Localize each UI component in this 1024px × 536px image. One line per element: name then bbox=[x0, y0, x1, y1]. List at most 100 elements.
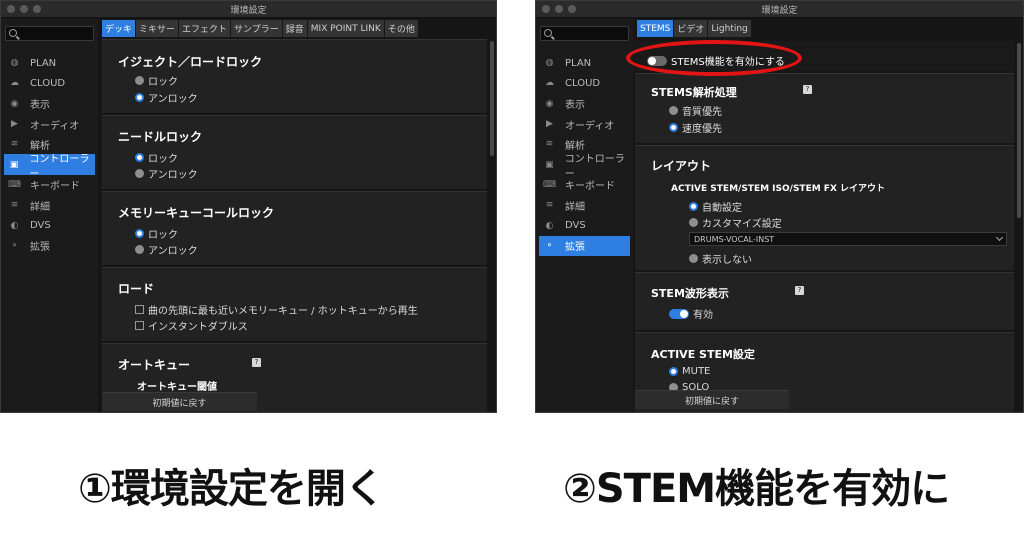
memory-cue-lock-section: メモリーキューコールロック ロック アンロック bbox=[102, 191, 487, 265]
load-section: ロード 曲の先頭に最も近いメモリーキュー / ホットキューから再生 インスタント… bbox=[102, 267, 487, 341]
tab-video[interactable]: ビデオ bbox=[674, 20, 708, 37]
section-title: ニードルロック bbox=[118, 130, 203, 144]
sidebar-item-advanced[interactable]: ≡ 詳細 bbox=[536, 195, 633, 215]
settings-tabs: デッキ ミキサー エフェクト サンプラー 録音 MIX POINT LINK そ… bbox=[102, 20, 418, 37]
section-title: ACTIVE STEM設定 bbox=[651, 348, 755, 361]
layout-dropdown[interactable]: DRUMS-VOCAL-INST bbox=[689, 232, 1007, 246]
settings-tabs: STEMS ビデオ Lighting bbox=[637, 20, 751, 37]
section-title: レイアウト bbox=[651, 159, 712, 173]
tab-mix-point-link[interactable]: MIX POINT LINK bbox=[307, 20, 384, 37]
window-title: 環境設定 bbox=[761, 6, 798, 16]
eject-lock-option[interactable]: ロック bbox=[135, 73, 178, 88]
scrollbar[interactable] bbox=[1017, 43, 1021, 218]
list-icon: ≡ bbox=[10, 200, 19, 211]
stem-waveform-section: STEM波形表示 ? 有効 bbox=[635, 272, 1014, 330]
tab-mixer[interactable]: ミキサー bbox=[136, 20, 179, 37]
sidebar-item-plan[interactable]: ◍ PLAN bbox=[536, 53, 633, 73]
title-bar: 環境設定 bbox=[536, 1, 1023, 18]
custom-layout-option[interactable]: カスタマイズ設定 bbox=[689, 215, 782, 230]
section-title: ロード bbox=[118, 282, 155, 296]
cloud-icon: ☁ bbox=[545, 78, 554, 89]
sidebar-item-extension[interactable]: ⚬ 拡張 bbox=[539, 235, 630, 256]
load-play-from-cue-checkbox[interactable]: 曲の先頭に最も近いメモリーキュー / ホットキューから再生 bbox=[135, 302, 418, 317]
toggle-switch bbox=[669, 308, 689, 319]
needle-lock-section: ニードルロック ロック アンロック bbox=[102, 115, 487, 189]
search-input[interactable] bbox=[540, 26, 629, 41]
tab-sampler[interactable]: サンプラー bbox=[231, 20, 282, 37]
title-bar: 環境設定 bbox=[1, 1, 496, 18]
eject-unlock-option[interactable]: アンロック bbox=[135, 90, 198, 105]
sidebar-item-cloud[interactable]: ☁ CLOUD bbox=[536, 73, 633, 93]
stems-enable-row: STEMS機能を有効にする bbox=[635, 41, 1014, 71]
toggle-switch bbox=[647, 55, 667, 66]
sidebar-item-plan[interactable]: ◍ PLAN bbox=[1, 53, 98, 73]
controller-icon: ▣ bbox=[545, 159, 554, 170]
mute-option[interactable]: MUTE bbox=[669, 366, 710, 377]
tab-lighting[interactable]: Lighting bbox=[708, 20, 751, 37]
reset-defaults-button[interactable]: 初期値に戻す bbox=[102, 392, 257, 411]
tab-effect[interactable]: エフェクト bbox=[179, 20, 231, 37]
step-2-caption: ②STEM機能を有効に bbox=[563, 466, 950, 512]
section-title: STEM波形表示 bbox=[651, 287, 729, 300]
tab-recording[interactable]: 録音 bbox=[282, 20, 307, 37]
section-title: イジェクト／ロードロック bbox=[118, 55, 263, 69]
keyboard-icon: ⌨ bbox=[8, 179, 21, 190]
cloud-icon: ☁ bbox=[10, 78, 19, 89]
sidebar-item-advanced[interactable]: ≡ 詳細 bbox=[1, 195, 98, 215]
settings-content: イジェクト／ロードロック ロック アンロック ニードルロック ロック アンロック… bbox=[102, 39, 487, 412]
sidebar-item-controller[interactable]: ▣ コントローラー bbox=[4, 154, 95, 180]
memory-unlock-option[interactable]: アンロック bbox=[135, 242, 198, 257]
step-1-caption: ①環境設定を開く bbox=[78, 466, 385, 512]
chevron-down-icon bbox=[995, 233, 1004, 242]
plan-icon: ◍ bbox=[10, 58, 19, 69]
search-input[interactable] bbox=[5, 26, 94, 41]
waveform-icon: ≋ bbox=[10, 139, 19, 150]
keyboard-icon: ⌨ bbox=[543, 179, 556, 190]
scrollbar[interactable] bbox=[490, 41, 494, 156]
sidebar-item-dvs[interactable]: ◐ DVS bbox=[536, 215, 633, 235]
sidebar-item-audio[interactable]: ▶ オーディオ bbox=[1, 114, 98, 134]
settings-content: STEMS機能を有効にする STEMS解析処理 ? 音質優先 速度優先 レイアウ… bbox=[635, 41, 1014, 412]
speaker-icon: ▶ bbox=[11, 119, 18, 130]
section-title: メモリーキューコールロック bbox=[118, 206, 275, 220]
stem-waveform-toggle[interactable]: 有効 bbox=[669, 306, 713, 321]
dvs-icon: ◐ bbox=[545, 220, 554, 231]
sidebar-item-cloud[interactable]: ☁ CLOUD bbox=[1, 73, 98, 93]
search-icon bbox=[544, 29, 552, 37]
tab-other[interactable]: その他 bbox=[384, 20, 418, 37]
preferences-window-deck: 環境設定 ◍ PLAN ☁ CLOUD ◉ 表示 ▶ オーディオ ≋ 解析 ▣ コントローラ… bbox=[0, 0, 497, 413]
hide-layout-option[interactable]: 表示しない bbox=[689, 251, 752, 266]
help-icon[interactable]: ? bbox=[252, 358, 261, 367]
help-icon[interactable]: ? bbox=[795, 286, 804, 295]
sidebar: ◍ PLAN ☁ CLOUD ◉ 表示 ▶ オーディオ ≋ 解析 ▣ コントローラー ⌨ キー… bbox=[536, 18, 633, 412]
quality-priority-option[interactable]: 音質優先 bbox=[669, 103, 722, 118]
plan-icon: ◍ bbox=[545, 58, 554, 69]
dvs-icon: ◐ bbox=[10, 220, 19, 231]
help-icon[interactable]: ? bbox=[803, 85, 812, 94]
sidebar-item-controller[interactable]: ▣ コントローラー bbox=[536, 154, 633, 180]
sidebar-item-display[interactable]: ◉ 表示 bbox=[536, 94, 633, 114]
instant-doubles-checkbox[interactable]: インスタントダブルス bbox=[135, 318, 248, 333]
section-title: オートキュー bbox=[118, 358, 191, 372]
sidebar: ◍ PLAN ☁ CLOUD ◉ 表示 ▶ オーディオ ≋ 解析 ▣ コントローラー ⌨ キー… bbox=[1, 18, 98, 412]
tab-stems[interactable]: STEMS bbox=[637, 20, 674, 37]
extension-icon: ⚬ bbox=[545, 240, 554, 251]
stems-enable-toggle[interactable]: STEMS機能を有効にする bbox=[647, 53, 785, 68]
auto-layout-option[interactable]: 自動設定 bbox=[689, 199, 742, 214]
speed-priority-option[interactable]: 速度優先 bbox=[669, 120, 722, 135]
tab-deck[interactable]: デッキ bbox=[102, 20, 136, 37]
reset-defaults-button[interactable]: 初期値に戻す bbox=[635, 390, 789, 409]
sidebar-item-display[interactable]: ◉ 表示 bbox=[1, 94, 98, 114]
needle-lock-option[interactable]: ロック bbox=[135, 150, 178, 165]
eject-lock-section: イジェクト／ロードロック ロック アンロック bbox=[102, 39, 487, 113]
eye-icon: ◉ bbox=[545, 98, 554, 109]
window-title: 環境設定 bbox=[230, 6, 267, 16]
needle-unlock-option[interactable]: アンロック bbox=[135, 166, 198, 181]
memory-lock-option[interactable]: ロック bbox=[135, 226, 178, 241]
section-title: STEMS解析処理 bbox=[651, 86, 737, 99]
sidebar-item-extension[interactable]: ⚬ 拡張 bbox=[1, 236, 98, 256]
controller-icon: ▣ bbox=[9, 159, 19, 170]
sidebar-item-dvs[interactable]: ◐ DVS bbox=[1, 215, 98, 235]
sidebar-item-audio[interactable]: ▶ オーディオ bbox=[536, 114, 633, 134]
stems-analysis-section: STEMS解析処理 ? 音質優先 速度優先 bbox=[635, 73, 1014, 143]
